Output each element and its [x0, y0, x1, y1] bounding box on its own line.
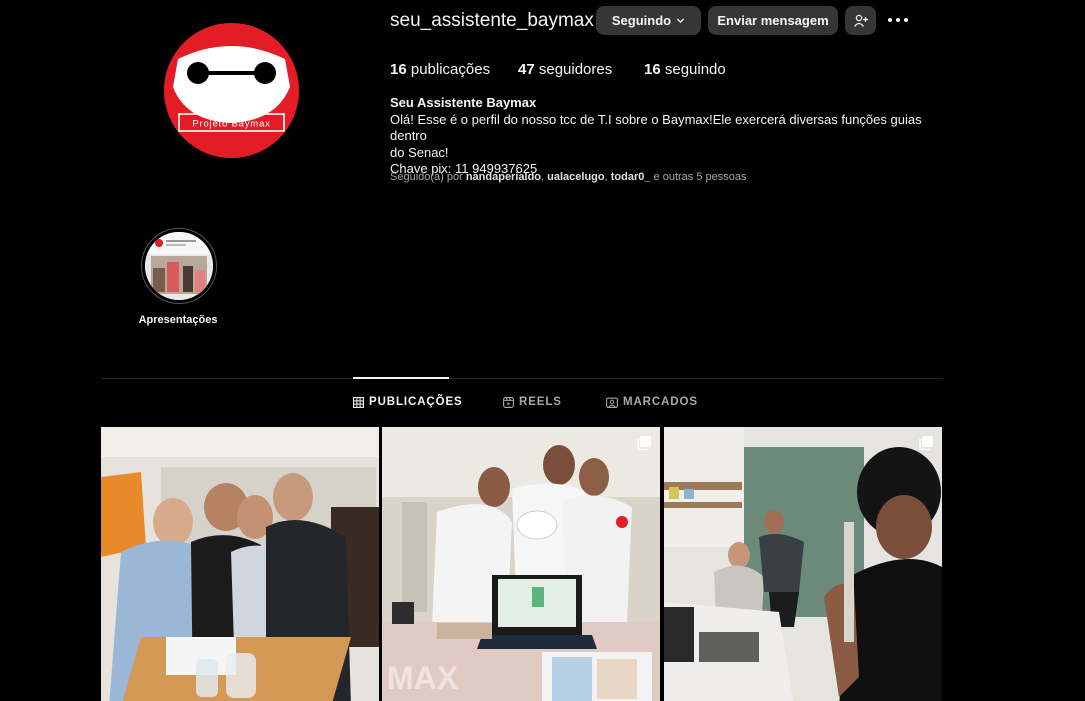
tab-tagged[interactable]: MARCADOS — [606, 394, 698, 410]
send-message-label: Enviar mensagem — [717, 13, 829, 28]
tab-reels[interactable]: REELS — [503, 394, 562, 410]
follower-username: ualacelugo — [547, 171, 605, 183]
multiple-photos-icon — [637, 436, 651, 451]
post-image: MAX — [382, 427, 660, 701]
profile-bio: Seu Assistente Baymax Olá! Esse é o perf… — [390, 95, 950, 178]
suggested-accounts-button[interactable] — [845, 6, 876, 35]
baymax-logo: Projeto Baymax — [164, 23, 299, 158]
story-highlight[interactable] — [141, 228, 217, 304]
post-thumbnail[interactable] — [101, 427, 379, 701]
more-options-icon[interactable] — [885, 10, 911, 30]
tagged-icon — [606, 397, 618, 408]
tabs-divider — [101, 378, 942, 379]
bio-line: do Senac! — [390, 144, 449, 160]
profile-username: seu_assistente_baymax — [390, 10, 594, 31]
followed-by[interactable]: Seguido(a) por nandaperialdo, ualacelugo… — [390, 171, 747, 183]
add-person-icon — [853, 14, 868, 27]
tab-posts[interactable]: PUBLICAÇÕES — [353, 394, 463, 410]
following-label: Seguindo — [611, 13, 672, 28]
following-count[interactable]: 16 seguindo — [644, 61, 726, 79]
bio-line: Olá! Esse é o perfil do nosso tcc de T.I… — [390, 111, 922, 144]
reels-icon — [503, 396, 514, 408]
follower-username: nandaperialdo — [465, 171, 542, 183]
profile-avatar[interactable]: Projeto Baymax — [164, 23, 299, 158]
profile-display-name: Seu Assistente Baymax — [390, 95, 537, 110]
svg-text:MAX: MAX — [387, 660, 459, 696]
send-message-button[interactable]: Enviar mensagem — [708, 6, 838, 35]
grid-icon — [353, 396, 364, 408]
highlight-cover — [145, 232, 213, 300]
post-image — [101, 427, 379, 701]
profile-stats: 16 publicações 47 seguidores 16 seguindo — [390, 61, 726, 79]
chevron-down-icon — [677, 18, 685, 24]
highlight-label: Apresentações — [138, 314, 218, 326]
post-image — [664, 427, 942, 701]
avatar-brand-text: Projeto Baymax — [192, 119, 270, 130]
post-thumbnail[interactable]: MAX — [382, 427, 660, 701]
active-tab-indicator — [353, 377, 449, 379]
posts-count: 16 publicações — [390, 61, 491, 78]
post-thumbnail[interactable] — [664, 427, 942, 701]
following-button[interactable]: Seguindo — [596, 6, 701, 35]
multiple-photos-icon — [919, 436, 933, 451]
profile-page: Projeto Baymax seu_assistente_baymax Seg… — [0, 0, 1085, 701]
follower-username: todar0_ — [610, 171, 651, 183]
followers-count[interactable]: 47 seguidores — [518, 61, 644, 79]
